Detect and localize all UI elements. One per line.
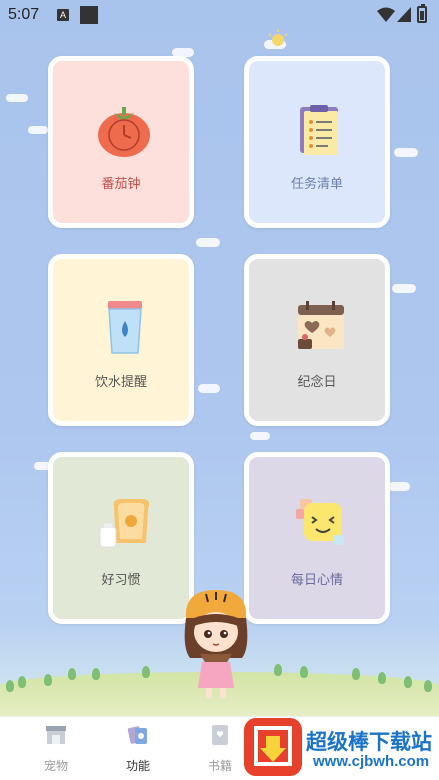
toast-milk-icon — [99, 499, 150, 548]
card-daily-mood[interactable]: 每日心情 — [244, 452, 390, 624]
tree-decoration — [18, 676, 26, 688]
wifi-icon — [377, 7, 395, 22]
cloud-decoration — [28, 126, 48, 134]
tab-function[interactable]: 功能 — [98, 717, 178, 780]
tree-decoration — [352, 668, 360, 680]
notification-a-icon: A — [57, 9, 69, 21]
tomato-timer-icon — [98, 107, 150, 157]
battery-icon — [417, 4, 427, 23]
task-list-icon — [300, 105, 338, 155]
card-label: 好习惯 — [101, 573, 141, 588]
water-cup-icon — [108, 301, 142, 354]
card-label: 饮水提醒 — [94, 375, 147, 390]
status-bar: 5:07 A — [0, 0, 439, 30]
card-label: 每日心情 — [290, 573, 343, 588]
tree-decoration — [300, 666, 308, 678]
cloud-decoration — [6, 94, 28, 102]
tree-decoration — [404, 676, 412, 688]
notification-square-icon — [80, 6, 98, 24]
card-tomato-timer[interactable]: 番茄钟 — [48, 56, 194, 228]
cloud-decoration — [198, 384, 220, 393]
card-label: 纪念日 — [297, 375, 337, 390]
calendar-hearts-icon — [298, 301, 344, 349]
tree-decoration — [68, 668, 76, 680]
card-label: 任务清单 — [290, 177, 343, 192]
tree-decoration — [142, 666, 150, 678]
card-water-reminder[interactable]: 饮水提醒 — [48, 254, 194, 426]
cloud-decoration — [196, 238, 220, 247]
book-icon — [212, 725, 228, 745]
signal-icon — [397, 7, 411, 22]
card-task-list[interactable]: 任务清单 — [244, 56, 390, 228]
tab-label: 功能 — [125, 759, 150, 773]
mood-face-icon — [296, 499, 344, 545]
watermark-title: 超级棒下载站 — [306, 730, 432, 754]
card-label: 番茄钟 — [101, 177, 141, 192]
tree-decoration — [424, 680, 432, 692]
card-good-habit[interactable]: 好习惯 — [48, 452, 194, 624]
mascot-girl-tiger-hat — [184, 590, 248, 698]
tab-label: 宠物 — [43, 759, 68, 773]
tab-pet[interactable]: 宠物 — [16, 717, 96, 780]
tree-decoration — [44, 674, 52, 686]
tree-decoration — [274, 664, 282, 676]
cloud-decoration — [388, 482, 410, 491]
status-time: 5:07 — [8, 6, 40, 23]
watermark-url: www.cjbwh.com — [313, 753, 430, 770]
pet-shop-icon — [46, 726, 66, 744]
cloud-decoration — [250, 432, 270, 440]
cloud-decoration — [392, 284, 416, 293]
cloud-decoration — [394, 148, 418, 157]
tree-decoration — [378, 672, 386, 684]
sun-icon — [268, 29, 288, 46]
tree-decoration — [6, 680, 14, 692]
function-cards-icon — [127, 726, 147, 744]
card-anniversary[interactable]: 纪念日 — [244, 254, 390, 426]
tree-decoration — [92, 668, 100, 680]
watermark-logo-icon — [244, 718, 302, 776]
